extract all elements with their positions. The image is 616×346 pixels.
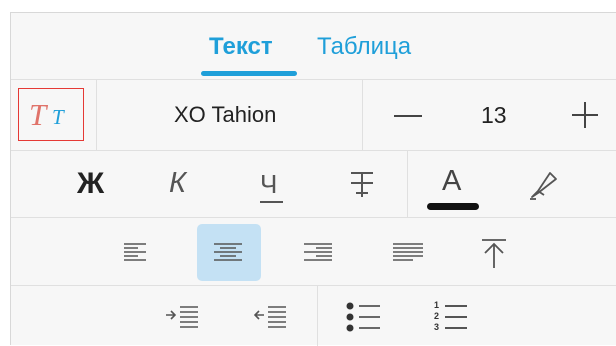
bold-icon: Ж <box>77 167 105 200</box>
divider <box>96 80 97 150</box>
divider <box>11 217 616 218</box>
list-number: 3 <box>434 322 440 332</box>
divider <box>11 285 616 286</box>
justify-icon[interactable] <box>393 243 423 261</box>
italic-icon: К <box>169 167 187 199</box>
font-color-button[interactable]: A <box>427 163 481 210</box>
align-right-icon[interactable] <box>304 243 332 261</box>
divider <box>362 80 363 150</box>
font-size-value: 13 <box>481 102 507 128</box>
text-styles-icon: T <box>29 97 47 132</box>
tab-table[interactable]: Таблица <box>317 33 411 61</box>
underline-bar <box>260 201 283 203</box>
highlighter-icon[interactable] <box>528 169 560 201</box>
bold-button[interactable]: Ж <box>75 166 115 206</box>
font-color-icon: A <box>442 165 462 197</box>
text-styles-icon-small: T <box>52 105 64 129</box>
divider <box>11 150 616 151</box>
strikethrough-icon[interactable] <box>348 171 376 199</box>
italic-button[interactable]: К <box>167 166 207 206</box>
divider <box>317 286 318 346</box>
font-name-selector[interactable]: XO Tahion <box>174 102 276 128</box>
align-center-icon[interactable] <box>214 243 242 261</box>
tab-text[interactable]: Текст <box>209 33 273 61</box>
underline-button[interactable]: Ч <box>256 166 296 206</box>
numbered-list-icon[interactable]: 1 2 3 <box>431 301 471 335</box>
indent-icon[interactable] <box>166 306 198 328</box>
list-line <box>445 305 467 307</box>
underline-icon: Ч <box>260 169 278 199</box>
divider <box>11 79 616 80</box>
align-left-icon[interactable] <box>124 243 146 261</box>
plus-icon[interactable] <box>572 102 598 128</box>
text-format-panel: Текст Таблица T T XO Tahion 13 Ж К Ч A 1… <box>10 12 616 346</box>
text-styles-button[interactable]: T T <box>18 88 84 141</box>
active-tab-indicator <box>201 71 297 76</box>
divider <box>407 151 408 217</box>
list-number: 1 <box>434 300 440 310</box>
bulleted-list-icon[interactable] <box>346 302 380 332</box>
minus-icon[interactable] <box>394 113 424 119</box>
list-line <box>445 327 467 329</box>
list-line <box>445 316 467 318</box>
outdent-icon[interactable] <box>254 306 286 328</box>
vertical-align-top-icon[interactable] <box>481 239 507 269</box>
font-color-bar <box>427 203 479 210</box>
list-number: 2 <box>434 311 440 321</box>
